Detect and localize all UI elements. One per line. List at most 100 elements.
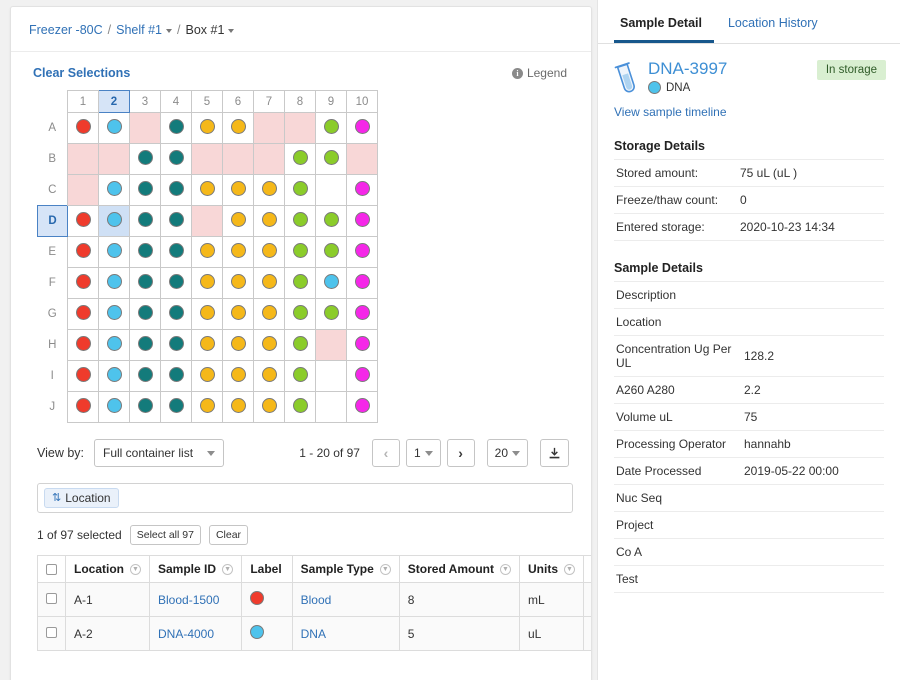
grid-cell-H-4[interactable] xyxy=(160,329,192,361)
grid-cell-C-6[interactable] xyxy=(222,174,254,206)
grid-cell-B-10[interactable] xyxy=(346,143,378,175)
sort-icon[interactable]: ▼ xyxy=(564,563,575,575)
grid-cell-A-2[interactable] xyxy=(98,112,130,144)
table-row[interactable]: A-1 Blood-1500 Blood 8 mL xyxy=(37,582,591,617)
grid-cell-C-10[interactable] xyxy=(346,174,378,206)
chevron-down-icon[interactable] xyxy=(228,28,235,33)
breadcrumb-item-1[interactable]: Freezer -80C xyxy=(29,23,103,37)
grid-cell-J-4[interactable] xyxy=(160,391,192,423)
grid-cell-E-2[interactable] xyxy=(98,236,130,268)
grid-cell-A-7[interactable] xyxy=(253,112,285,144)
grid-row-header-A[interactable]: A xyxy=(37,112,68,144)
grid-row-header-E[interactable]: E xyxy=(37,236,68,268)
grid-column-header-3[interactable]: 3 xyxy=(129,90,161,113)
grid-cell-I-8[interactable] xyxy=(284,360,316,392)
grid-row-header-G[interactable]: G xyxy=(37,298,68,330)
grid-cell-G-4[interactable] xyxy=(160,298,192,330)
grid-cell-A-1[interactable] xyxy=(67,112,99,144)
grid-cell-C-1[interactable] xyxy=(67,174,99,206)
grid-cell-F-3[interactable] xyxy=(129,267,161,299)
grid-cell-A-9[interactable] xyxy=(315,112,347,144)
grid-cell-H-5[interactable] xyxy=(191,329,223,361)
grid-row-header-F[interactable]: F xyxy=(37,267,68,299)
grid-cell-B-1[interactable] xyxy=(67,143,99,175)
grid-cell-G-1[interactable] xyxy=(67,298,99,330)
grid-cell-E-7[interactable] xyxy=(253,236,285,268)
grid-cell-D-7[interactable] xyxy=(253,205,285,237)
grid-column-header-7[interactable]: 7 xyxy=(253,90,285,113)
grid-cell-H-6[interactable] xyxy=(222,329,254,361)
breadcrumb-item-2[interactable]: Shelf #1 xyxy=(116,23,162,37)
grid-cell-J-10[interactable] xyxy=(346,391,378,423)
grid-row-header-I[interactable]: I xyxy=(37,360,68,392)
grid-cell-D-3[interactable] xyxy=(129,205,161,237)
grid-cell-C-3[interactable] xyxy=(129,174,161,206)
grid-cell-A-3[interactable] xyxy=(129,112,161,144)
grid-column-header-10[interactable]: 10 xyxy=(346,90,378,113)
grid-cell-D-10[interactable] xyxy=(346,205,378,237)
prev-page-button[interactable]: ‹ xyxy=(371,439,400,467)
column-header-location[interactable]: Location ▼ xyxy=(65,555,150,583)
grid-column-header-8[interactable]: 8 xyxy=(284,90,316,113)
grid-cell-A-8[interactable] xyxy=(284,112,316,144)
grid-cell-F-5[interactable] xyxy=(191,267,223,299)
download-button[interactable] xyxy=(540,439,569,467)
grid-column-header-6[interactable]: 6 xyxy=(222,90,254,113)
grid-cell-G-5[interactable] xyxy=(191,298,223,330)
grid-cell-B-6[interactable] xyxy=(222,143,254,175)
grid-column-header-4[interactable]: 4 xyxy=(160,90,192,113)
grid-row-header-B[interactable]: B xyxy=(37,143,68,175)
grid-cell-C-4[interactable] xyxy=(160,174,192,206)
select-all-button[interactable]: Select all 97 xyxy=(129,525,201,545)
grid-cell-I-2[interactable] xyxy=(98,360,130,392)
grid-cell-D-2[interactable] xyxy=(98,205,130,237)
grid-cell-J-3[interactable] xyxy=(129,391,161,423)
grid-cell-J-1[interactable] xyxy=(67,391,99,423)
grid-cell-J-2[interactable] xyxy=(98,391,130,423)
grid-cell-E-8[interactable] xyxy=(284,236,316,268)
grid-cell-D-8[interactable] xyxy=(284,205,316,237)
filter-chip-location[interactable]: ⇅ Location xyxy=(44,488,119,508)
sort-icon[interactable]: ▼ xyxy=(222,563,234,575)
grid-cell-J-9[interactable] xyxy=(315,391,347,423)
grid-cell-A-6[interactable] xyxy=(222,112,254,144)
column-header-sample-type[interactable]: Sample Type ▼ xyxy=(291,555,400,583)
box-grid[interactable]: 1 2 3 4 5 6 7 8 9 10 A B C D E F G H I J xyxy=(37,90,378,423)
view-sample-timeline-link[interactable]: View sample timeline xyxy=(614,105,900,119)
grid-cell-D-9[interactable] xyxy=(315,205,347,237)
grid-cell-D-1[interactable] xyxy=(67,205,99,237)
grid-cell-F-9[interactable] xyxy=(315,267,347,299)
grid-cell-C-8[interactable] xyxy=(284,174,316,206)
tab-location-history[interactable]: Location History xyxy=(714,16,830,43)
grid-cell-I-3[interactable] xyxy=(129,360,161,392)
grid-cell-I-9[interactable] xyxy=(315,360,347,392)
chevron-down-icon[interactable] xyxy=(166,28,172,33)
grid-cell-A-5[interactable] xyxy=(191,112,223,144)
grid-cell-F-6[interactable] xyxy=(222,267,254,299)
grid-cell-A-10[interactable] xyxy=(346,112,378,144)
grid-cell-F-2[interactable] xyxy=(98,267,130,299)
column-header-freeze-thaw-co[interactable]: Freeze/Thaw Co xyxy=(583,555,591,583)
grid-cell-D-4[interactable] xyxy=(160,205,192,237)
grid-cell-B-5[interactable] xyxy=(191,143,223,175)
grid-cell-E-5[interactable] xyxy=(191,236,223,268)
grid-cell-J-6[interactable] xyxy=(222,391,254,423)
grid-cell-D-6[interactable] xyxy=(222,205,254,237)
grid-cell-I-1[interactable] xyxy=(67,360,99,392)
grid-cell-H-1[interactable] xyxy=(67,329,99,361)
row-checkbox[interactable] xyxy=(46,626,57,638)
cell-sample-type[interactable]: DNA xyxy=(301,627,326,641)
grid-column-header-1[interactable]: 1 xyxy=(67,90,99,113)
sort-icon[interactable]: ▼ xyxy=(130,563,141,575)
grid-cell-I-6[interactable] xyxy=(222,360,254,392)
sample-id-cell[interactable]: DNA-4000 xyxy=(148,616,243,651)
grid-cell-H-7[interactable] xyxy=(253,329,285,361)
grid-cell-E-9[interactable] xyxy=(315,236,347,268)
sample-id[interactable]: DNA-3997 xyxy=(648,60,727,78)
grid-cell-E-4[interactable] xyxy=(160,236,192,268)
grid-cell-C-2[interactable] xyxy=(98,174,130,206)
grid-cell-C-5[interactable] xyxy=(191,174,223,206)
filter-bar[interactable]: ⇅ Location xyxy=(37,483,573,513)
grid-row-header-H[interactable]: H xyxy=(37,329,68,361)
grid-cell-G-7[interactable] xyxy=(253,298,285,330)
